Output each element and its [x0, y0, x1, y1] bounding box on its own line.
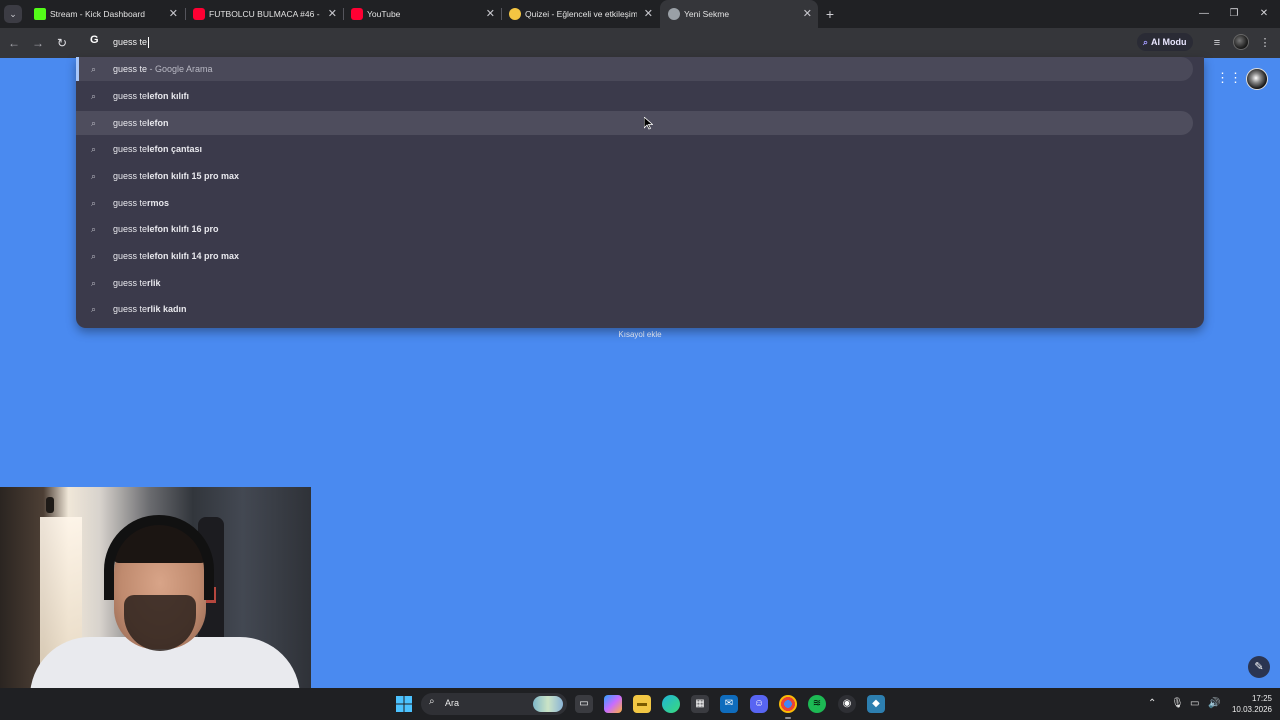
account-avatar[interactable] [1246, 68, 1268, 90]
search-icon: ⌕ [429, 696, 435, 707]
chrome-icon[interactable] [779, 695, 797, 713]
spotify-icon[interactable]: ≋ [808, 695, 826, 713]
restore-button[interactable]: ❐ [1218, 0, 1250, 28]
forward-button[interactable]: → [28, 33, 48, 53]
add-shortcut-label[interactable]: Kısayol ekle [590, 330, 690, 339]
tab-title: Quizei - Eğlenceli ve etkileşimli [525, 9, 637, 19]
tab-youtube[interactable]: YouTube ✕ [343, 0, 501, 28]
pencil-icon: ✎ [1254, 661, 1264, 673]
new-tab-button[interactable]: + [822, 4, 838, 24]
ai-mode-label: AI Modu [1151, 37, 1187, 47]
search-highlight-image [533, 696, 563, 712]
search-icon: ⌕ [91, 224, 97, 234]
tab-title: Stream - Kick Dashboard [50, 9, 145, 19]
taskbar: ⌕ Ara ▭ ▬ ▦ ✉ ☺ ≋ ◉ ◆ ⌃ 🎙 ▭ 🔊 17:25 10.0… [0, 688, 1280, 720]
tab-strip: ⌄ Stream - Kick Dashboard ✕ FUTBOLCU BUL… [0, 0, 1280, 28]
arrow-right-icon: → [32, 36, 44, 50]
system-clock[interactable]: 17:25 10.03.2026 [1226, 693, 1272, 715]
tab-search-icon[interactable]: ≡ [1208, 34, 1226, 52]
arrow-left-icon: ← [8, 36, 20, 50]
suggestion-item[interactable]: ⌕ guess termos [76, 191, 1204, 215]
discord-icon[interactable]: ☺ [750, 695, 768, 713]
search-icon: ⌕ [91, 251, 97, 261]
text-caret [148, 37, 150, 49]
search-icon: ⌕ [91, 64, 97, 74]
youtube-icon [193, 8, 205, 20]
webcam-overlay [0, 487, 311, 688]
tab-search-button[interactable]: ⌄ [4, 5, 22, 23]
suggestion-item[interactable]: ⌕ guess telefon kılıfı 14 pro max [76, 244, 1204, 268]
tab-title: YouTube [367, 9, 401, 19]
suggestion-item[interactable]: ⌕ guess te - Google Arama [76, 57, 1193, 81]
tab-title: FUTBOLCU BULMACA #46 - GU [209, 9, 321, 19]
mail-icon[interactable]: ✉ [720, 695, 738, 713]
chevron-down-icon: ⌄ [9, 9, 17, 19]
search-icon: ⌕ [91, 198, 97, 208]
search-icon: ⌕ [91, 144, 97, 154]
tab-title: Yeni Sekme [684, 9, 730, 19]
close-icon[interactable]: ✕ [644, 0, 653, 28]
tab-yeni-sekme[interactable]: Yeni Sekme ✕ [660, 0, 818, 28]
clock-time: 17:25 [1251, 694, 1272, 703]
tab-kick-dashboard[interactable]: Stream - Kick Dashboard ✕ [26, 0, 184, 28]
search-icon: ⌕ [91, 278, 97, 288]
google-g-icon: G [90, 34, 99, 46]
omnibox-text: guess te [113, 37, 148, 47]
ai-sparkle-search-icon: ⌕ [1143, 37, 1149, 47]
close-icon[interactable]: ✕ [169, 0, 178, 28]
app-icon[interactable]: ◆ [867, 695, 885, 713]
suggestion-item[interactable]: ⌕ guess telefon kılıfı 16 pro [76, 217, 1204, 241]
ai-mode-button[interactable]: ⌕ AI Modu [1137, 33, 1193, 51]
clock-date: 10.03.2026 [1231, 705, 1272, 714]
suggestion-item[interactable]: ⌕ guess terlik [76, 271, 1204, 295]
tab-quizei[interactable]: Quizei - Eğlenceli ve etkileşimli ✕ [501, 0, 659, 28]
task-view-icon[interactable]: ▭ [575, 695, 593, 713]
suggestion-item[interactable]: ⌕ guess telefon [76, 111, 1193, 135]
close-icon[interactable]: ✕ [486, 0, 495, 28]
omnibox-suggestions: ⌕ guess te - Google Arama ⌕ guess telefo… [76, 57, 1204, 328]
omnibox-input[interactable]: guess te [113, 37, 150, 49]
search-icon: ⌕ [91, 304, 97, 314]
microphone-icon[interactable]: 🎙 [1171, 688, 1184, 720]
google-apps-icon[interactable]: ⋮⋮ [1216, 70, 1242, 86]
kick-icon [34, 8, 46, 20]
windows-start-icon[interactable] [395, 695, 413, 713]
obs-icon[interactable]: ◉ [838, 695, 856, 713]
network-icon[interactable]: ▭ [1190, 688, 1199, 720]
file-explorer-icon[interactable]: ▬ [633, 695, 651, 713]
quizei-icon [509, 8, 521, 20]
close-icon[interactable]: ✕ [803, 0, 812, 28]
menu-kebab-icon[interactable]: ⋮ [1256, 34, 1274, 52]
search-icon: ⌕ [91, 171, 97, 181]
active-app-indicator [785, 717, 791, 719]
reload-icon: ↻ [56, 36, 68, 50]
store-icon[interactable]: ▦ [691, 695, 709, 713]
volume-icon[interactable]: 🔊 [1208, 688, 1220, 720]
omnibox[interactable]: G guess te [82, 30, 1202, 56]
window-close-button[interactable]: ✕ [1248, 0, 1280, 28]
suggestion-item[interactable]: ⌕ guess terlik kadın [76, 297, 1204, 321]
edge-icon[interactable] [662, 695, 680, 713]
chrome-icon [668, 8, 680, 20]
suggestion-item[interactable]: ⌕ guess telefon kılıfı 15 pro max [76, 164, 1204, 188]
reload-button[interactable]: ↻ [52, 33, 72, 53]
mouse-cursor [644, 117, 653, 130]
profile-avatar[interactable] [1233, 34, 1249, 50]
search-icon: ⌕ [91, 91, 97, 101]
youtube-icon [351, 8, 363, 20]
taskbar-search[interactable]: ⌕ Ara [421, 693, 567, 715]
tray-overflow-icon[interactable]: ⌃ [1148, 688, 1156, 720]
suggestion-item[interactable]: ⌕ guess telefon kılıfı [76, 84, 1204, 108]
back-button[interactable]: ← [4, 33, 24, 53]
close-icon[interactable]: ✕ [328, 0, 337, 28]
browser-toolbar: ← → ↻ G guess te ⌕ AI Modu ≡ ⋮ [0, 28, 1280, 58]
copilot-icon[interactable] [604, 695, 622, 713]
customize-edit-button[interactable]: ✎ [1248, 656, 1270, 678]
search-icon: ⌕ [91, 118, 97, 128]
minimize-button[interactable]: — [1188, 0, 1220, 28]
suggestion-item[interactable]: ⌕ guess telefon çantası [76, 137, 1204, 161]
tab-futbolcu-bulmaca[interactable]: FUTBOLCU BULMACA #46 - GU ✕ [185, 0, 343, 28]
